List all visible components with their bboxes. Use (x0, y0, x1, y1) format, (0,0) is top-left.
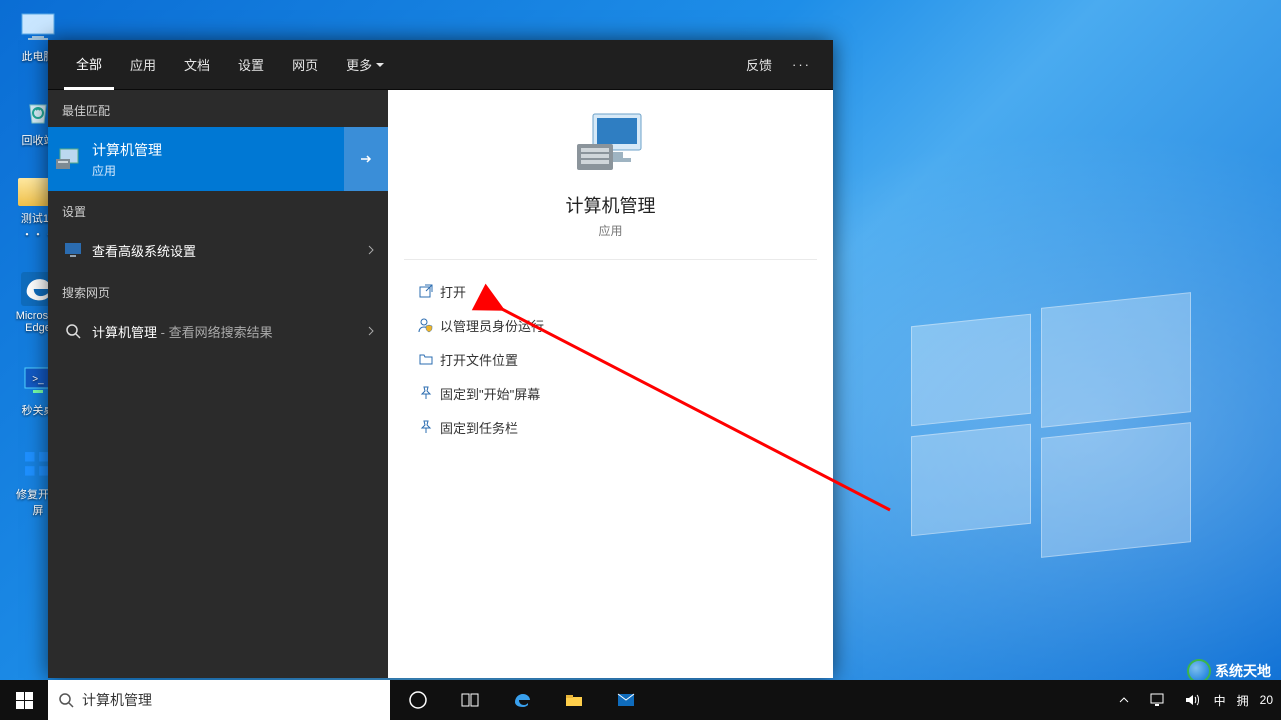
clock-partial[interactable]: 20 (1260, 693, 1273, 707)
network-icon[interactable] (1146, 680, 1170, 720)
action-label: 打开文件位置 (440, 350, 518, 369)
task-view-button[interactable] (448, 680, 492, 720)
folder-icon (412, 351, 440, 367)
pin-icon (412, 419, 440, 435)
settings-advanced-system-item[interactable]: 查看高级系统设置 (48, 228, 388, 272)
action-label: 固定到"开始"屏幕 (440, 384, 540, 403)
start-search-panel: 全部 应用 文档 设置 网页 更多 反馈 ··· 最佳匹配 计算机管理 应用 (48, 40, 833, 678)
volume-icon[interactable] (1180, 680, 1204, 720)
search-icon (58, 692, 74, 708)
feedback-link[interactable]: 反馈 (746, 55, 772, 74)
chevron-right-icon (366, 243, 376, 258)
search-icon (60, 323, 86, 339)
web-search-item[interactable]: 计算机管理 - 查看网络搜索结果 (48, 309, 388, 353)
web-item-label: 计算机管理 - 查看网络搜索结果 (92, 322, 366, 341)
best-match-subtitle: 应用 (92, 162, 344, 179)
section-settings: 设置 (48, 191, 388, 228)
start-button[interactable] (0, 680, 48, 720)
pin-icon (412, 385, 440, 401)
tab-all[interactable]: 全部 (64, 40, 114, 90)
best-match-item[interactable]: 计算机管理 应用 (48, 127, 388, 191)
windows-logo-wallpaper (891, 280, 1211, 560)
search-input[interactable] (82, 680, 380, 720)
tab-web[interactable]: 网页 (280, 41, 330, 88)
svg-text:>_: >_ (32, 374, 44, 385)
cortana-button[interactable] (396, 680, 440, 720)
action-open-location[interactable]: 打开文件位置 (412, 342, 809, 376)
action-label: 打开 (440, 282, 466, 301)
preview-actions: 打开 以管理员身份运行 打开文件位置 固定到"开始"屏幕 固定到任务栏 (388, 260, 833, 458)
best-match-expand-button[interactable] (344, 127, 388, 191)
action-open[interactable]: 打开 (412, 274, 809, 308)
section-best-match: 最佳匹配 (48, 90, 388, 127)
best-match-title: 计算机管理 (92, 140, 344, 160)
admin-shield-icon (412, 317, 440, 333)
chevron-right-icon (366, 324, 376, 339)
tab-settings[interactable]: 设置 (226, 41, 276, 88)
system-tray: 中 拥 20 (1112, 680, 1281, 720)
computer-management-icon (48, 147, 92, 171)
taskbar-edge-button[interactable] (500, 680, 544, 720)
tab-more[interactable]: 更多 (334, 41, 396, 88)
action-pin-taskbar[interactable]: 固定到任务栏 (412, 410, 809, 444)
action-run-as-admin[interactable]: 以管理员身份运行 (412, 308, 809, 342)
action-label: 以管理员身份运行 (440, 316, 544, 335)
ime-language[interactable]: 中 (1214, 692, 1227, 709)
taskbar-search-box[interactable] (48, 680, 390, 720)
open-icon (412, 283, 440, 299)
taskbar-explorer-button[interactable] (552, 680, 596, 720)
search-results-list: 最佳匹配 计算机管理 应用 设置 查看高级系统设置 (48, 90, 388, 678)
search-tabs: 全部 应用 文档 设置 网页 更多 反馈 ··· (48, 40, 833, 90)
settings-item-label: 查看高级系统设置 (92, 241, 366, 260)
more-options-button[interactable]: ··· (786, 57, 817, 72)
preview-title: 计算机管理 (566, 192, 656, 218)
windows-logo-icon (16, 692, 33, 709)
watermark-text: 系统天地 (1215, 661, 1271, 681)
action-pin-start[interactable]: 固定到"开始"屏幕 (412, 376, 809, 410)
search-preview-pane: 计算机管理 应用 打开 以管理员身份运行 打开文件位置 固定到 (388, 90, 833, 678)
taskbar-mail-button[interactable] (604, 680, 648, 720)
section-web: 搜索网页 (48, 272, 388, 309)
tray-overflow-icon[interactable] (1112, 680, 1136, 720)
taskbar: 中 拥 20 (0, 680, 1281, 720)
preview-subtitle: 应用 (598, 222, 622, 239)
app-large-icon (571, 110, 651, 180)
tab-apps[interactable]: 应用 (118, 41, 168, 88)
ime-layout[interactable]: 拥 (1237, 692, 1250, 709)
action-label: 固定到任务栏 (440, 418, 518, 437)
tab-docs[interactable]: 文档 (172, 41, 222, 88)
monitor-icon (60, 242, 86, 258)
